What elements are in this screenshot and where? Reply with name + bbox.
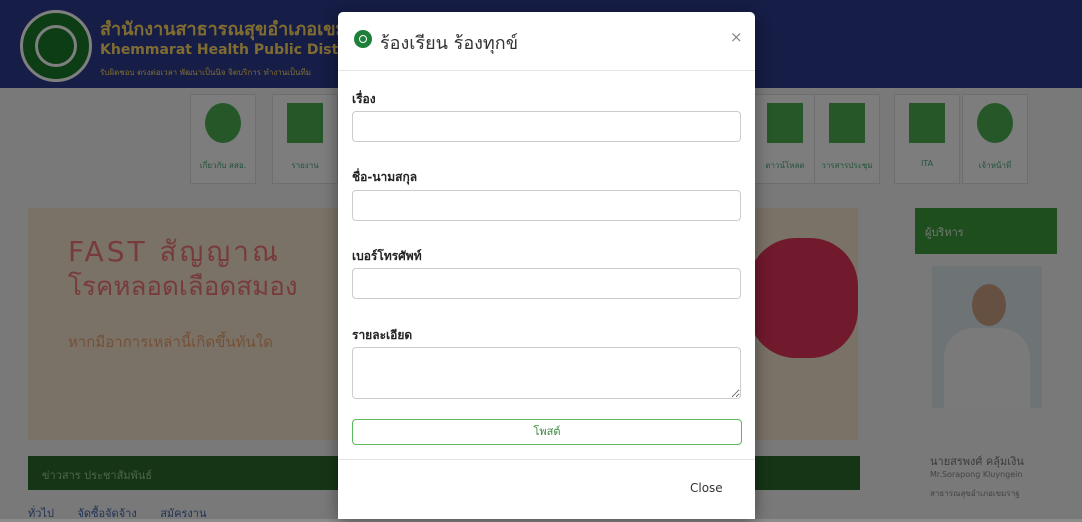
detail-textarea[interactable]: [352, 347, 741, 399]
modal-footer-divider: [338, 459, 755, 460]
complaint-modal: ร้องเรียน ร้องทุกข์ × เรื่อง ชื่อ-นามสกุ…: [338, 12, 755, 519]
subject-label: เรื่อง: [352, 92, 376, 106]
ministry-logo-icon: [354, 30, 372, 48]
phone-input[interactable]: [352, 268, 741, 299]
modal-title: ร้องเรียน ร้องทุกข์: [380, 33, 518, 54]
modal-header: ร้องเรียน ร้องทุกข์ ×: [338, 12, 755, 71]
fullname-label: ชื่อ-นามสกุล: [352, 170, 418, 184]
post-button[interactable]: โพสต์: [352, 419, 742, 445]
close-icon[interactable]: ×: [730, 28, 743, 46]
fullname-input[interactable]: [352, 190, 741, 221]
detail-label: รายละเอียด: [352, 328, 413, 342]
phone-label: เบอร์โทรศัพท์: [352, 249, 422, 263]
subject-input[interactable]: [352, 111, 741, 142]
close-button[interactable]: Close: [690, 481, 723, 495]
